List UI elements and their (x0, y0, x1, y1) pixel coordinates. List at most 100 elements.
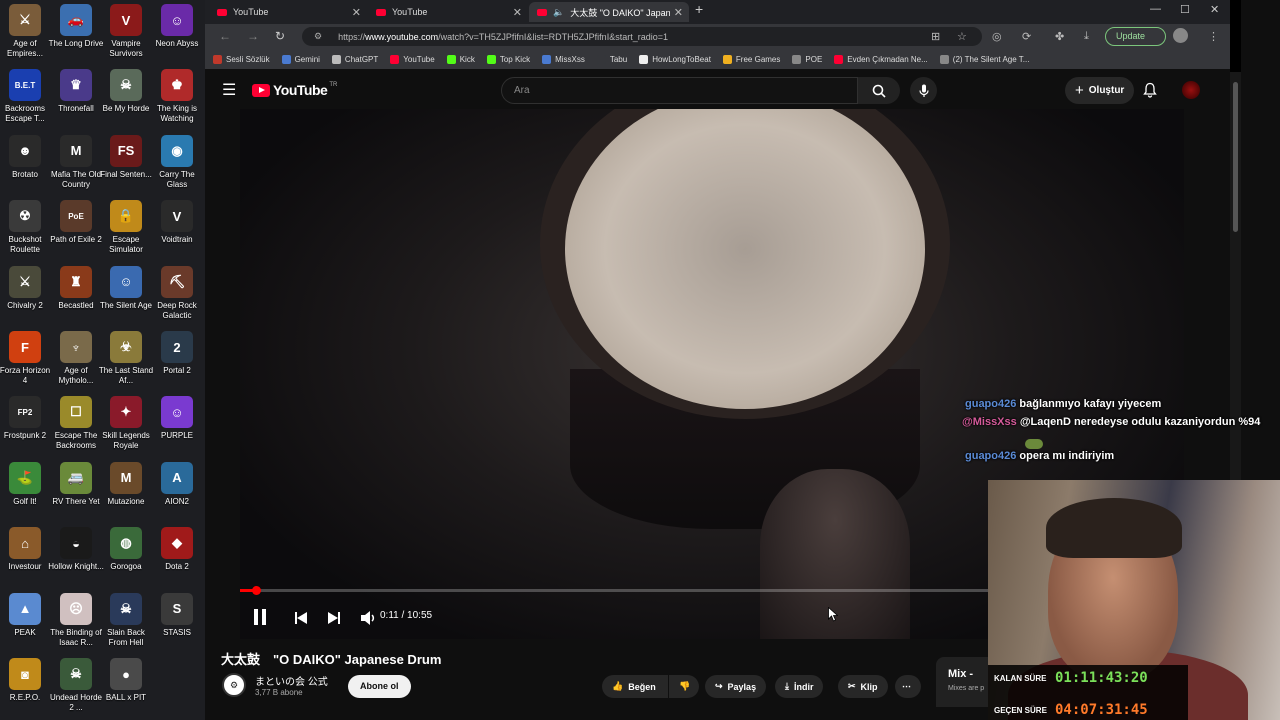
maximize-icon[interactable]: ☐ (1180, 3, 1190, 16)
desktop-shortcut[interactable]: ☠ Be My Horde (100, 69, 152, 133)
extensions-puzzle-icon[interactable]: ✤ (1055, 30, 1064, 43)
bookmark-item[interactable]: YouTube (390, 54, 435, 64)
tab-youtube-1[interactable]: YouTube ✕ (209, 2, 367, 22)
close-tab-icon[interactable]: ✕ (674, 6, 683, 19)
desktop-shortcut[interactable]: ☺ Neon Abyss (151, 4, 203, 68)
bookmark-item[interactable]: HowLongToBeat (639, 54, 711, 64)
previous-icon[interactable] (295, 612, 307, 624)
desktop-shortcut[interactable]: ◆ Dota 2 (151, 527, 203, 591)
notifications-bell-icon[interactable] (1143, 82, 1157, 98)
desktop-shortcut[interactable]: F Forza Horizon 4 (0, 331, 51, 395)
close-tab-icon[interactable]: ✕ (513, 6, 522, 19)
menu-kebab-icon[interactable]: ⋮ (1208, 30, 1219, 43)
site-info-icon[interactable]: ⚙ (314, 31, 322, 42)
search-button[interactable] (858, 77, 900, 104)
desktop-shortcut[interactable]: FS Final Senten... (100, 134, 152, 199)
channel-avatar[interactable]: ⚙ (222, 673, 246, 697)
bookmark-item[interactable]: MissXss (542, 54, 585, 64)
desktop-shortcut[interactable]: ☣ The Last Stand Af... (99, 331, 153, 395)
desktop-shortcut[interactable]: ☠ Slain Back From Hell (100, 592, 152, 657)
desktop-shortcut[interactable]: ⛳ Golf It! (0, 461, 51, 526)
desktop-shortcut[interactable]: A AION2 (151, 461, 203, 526)
share-button[interactable]: ↪ Paylaş (705, 675, 767, 698)
desktop-shortcut[interactable]: ☻ Brotato (0, 134, 51, 199)
update-button[interactable]: Update (1105, 27, 1167, 46)
desktop-shortcut[interactable]: ☺ PURPLE (151, 396, 203, 460)
desktop-shortcut[interactable]: ♆ Age of Mytholo... (50, 331, 102, 395)
bookmark-item[interactable]: Gemini (281, 54, 320, 64)
minimize-icon[interactable]: — (1150, 3, 1161, 15)
download-icon[interactable]: ⤓ (1084, 30, 1089, 43)
desktop-shortcut[interactable]: V Vampire Survivors (100, 4, 152, 68)
forward-icon[interactable]: → (247, 29, 259, 43)
extension-icon[interactable]: ◎ (992, 30, 1002, 43)
bookmark-item[interactable]: Sesli Sözlük (213, 54, 270, 64)
desktop-shortcut[interactable]: ☢ Buckshot Roulette (0, 200, 51, 264)
back-icon[interactable]: ← (219, 29, 231, 43)
desktop-shortcut[interactable]: ✦ Skill Legends Royale (100, 396, 152, 460)
desktop-shortcut[interactable]: ♛ Thronefall (50, 69, 102, 133)
desktop-shortcut[interactable]: ⌂ Investour (0, 527, 51, 591)
next-icon[interactable] (328, 612, 340, 624)
desktop-shortcut[interactable]: 🚐 RV There Yet (50, 461, 102, 526)
desktop-shortcut[interactable]: ⚔ Chivalry 2 (0, 265, 51, 330)
close-tab-icon[interactable]: ✕ (352, 6, 361, 19)
desktop-shortcut[interactable]: S STASIS (151, 592, 203, 657)
desktop-shortcut[interactable]: ▲ PEAK (0, 592, 51, 657)
desktop-shortcut[interactable]: M Mafia The Old Country (50, 134, 102, 199)
bookmark-item[interactable]: Evden Çıkmadan Ne... (834, 54, 928, 64)
bookmark-item[interactable]: Tabu (596, 54, 627, 64)
scrollbar-thumb[interactable] (1233, 82, 1238, 232)
search-input[interactable]: Ara (501, 77, 858, 104)
bookmark-item[interactable]: ChatGPT (331, 54, 378, 64)
desktop-shortcut[interactable]: V Voidtrain (151, 200, 203, 264)
desktop-shortcut[interactable]: ☐ Escape The Backrooms (50, 396, 102, 460)
desktop-shortcut[interactable]: 🚗 The Long Drive (49, 4, 103, 68)
mix-playlist-panel[interactable] (936, 657, 996, 707)
like-button[interactable]: 👍 Beğen (602, 675, 668, 698)
profile-avatar[interactable] (1173, 28, 1188, 43)
desktop-shortcut[interactable]: ⛏ Deep Rock Galactic (151, 265, 203, 330)
bookmark-star-icon[interactable]: ☆ (957, 30, 967, 43)
bookmark-item[interactable]: Kick (446, 54, 475, 64)
url-field[interactable]: ⚙ https://www.youtube.com/watch?v=TH5ZJP… (302, 27, 982, 46)
desktop-shortcut[interactable]: ☠ Undead Horde 2 ... (50, 658, 102, 720)
create-button[interactable]: + Oluştur (1065, 77, 1135, 104)
bookmark-item[interactable]: Top Kick (486, 54, 530, 64)
channel-name[interactable]: まといの会 公式 (255, 673, 328, 688)
bookmark-item[interactable]: (2) The Silent Age T... (939, 54, 1029, 64)
progress-scrubber[interactable] (252, 586, 262, 595)
desktop-shortcut[interactable]: M Mutazione (100, 461, 152, 526)
account-avatar[interactable] (1182, 81, 1200, 99)
desktop-shortcut[interactable]: FP2 Frostpunk 2 (0, 396, 51, 460)
desktop-shortcut[interactable]: ♜ Becastled (50, 265, 102, 330)
clip-button[interactable]: ✂ Klip (838, 675, 888, 698)
tab-active-video[interactable]: 🔈 大太鼓 "O DAIKO" Japanese ✕ (529, 2, 689, 22)
desktop-shortcut[interactable]: ⚔ Age of Empires... (0, 4, 51, 68)
desktop-shortcut[interactable]: B.E.T Backrooms Escape T... (0, 69, 51, 133)
desktop-shortcut[interactable]: ☺ The Silent Age (100, 265, 152, 330)
subscribe-button[interactable]: Abone ol (348, 675, 411, 698)
more-actions-button[interactable]: ⋯ (895, 675, 921, 698)
tab-youtube-2[interactable]: YouTube ✕ (368, 2, 528, 22)
desktop-shortcut[interactable]: ☹ The Binding of Isaac R... (50, 592, 102, 657)
desktop-shortcut[interactable]: 2 Portal 2 (151, 331, 203, 395)
dislike-button[interactable]: 👎 (669, 675, 699, 698)
close-window-icon[interactable]: ✕ (1210, 3, 1219, 16)
desktop-shortcut[interactable]: 🔒 Escape Simulator (100, 200, 152, 264)
desktop-shortcut[interactable]: ◍ Gorogoa (100, 527, 152, 591)
menu-hamburger-icon[interactable]: ☰ (222, 80, 236, 100)
sync-icon[interactable]: ⟳ (1022, 30, 1031, 43)
volume-icon[interactable] (361, 611, 377, 625)
pause-icon[interactable] (253, 609, 267, 625)
speaker-icon[interactable]: 🔈 (553, 7, 564, 18)
desktop-shortcut[interactable]: ● BALL x PIT (100, 658, 152, 720)
voice-search-button[interactable] (910, 77, 937, 104)
download-button[interactable]: ⤓ İndir (775, 675, 824, 698)
youtube-logo[interactable]: YouTube TR (252, 82, 337, 98)
desktop-shortcut[interactable]: ♚ The King is Watching (151, 69, 203, 133)
desktop-shortcut[interactable]: PoE Path of Exile 2 (50, 200, 102, 264)
new-tab-icon[interactable]: + (695, 1, 703, 17)
bookmark-item[interactable]: POE (792, 54, 822, 64)
desktop-shortcut[interactable]: ◒ Hollow Knight... (48, 527, 104, 591)
